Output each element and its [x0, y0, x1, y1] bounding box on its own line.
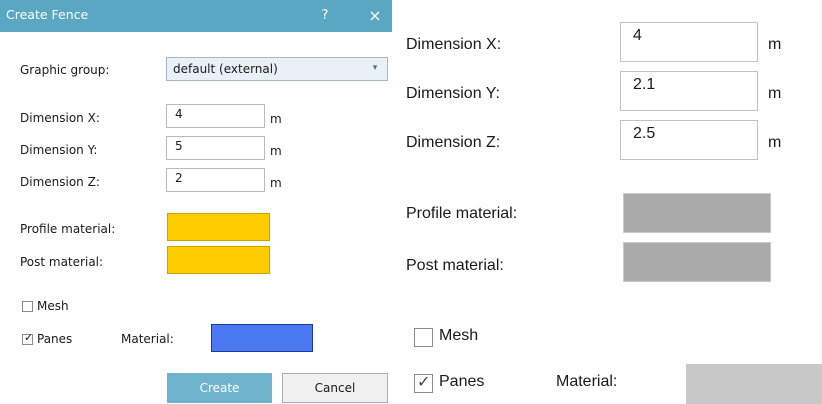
zoom-dimension-z-input[interactable]: 2.5	[620, 120, 758, 160]
dimension-z-label: Dimension Z:	[20, 175, 100, 189]
create-button[interactable]: Create	[167, 373, 272, 403]
dimension-x-input[interactable]: 4	[166, 104, 265, 128]
pane-material-label: Material:	[121, 332, 174, 346]
dialog-title: Create Fence	[6, 7, 89, 22]
dimension-x-unit: m	[270, 112, 282, 126]
close-button[interactable]: ×	[364, 4, 386, 26]
graphic-group-value: default (external)	[173, 62, 278, 76]
post-material-label: Post material:	[20, 255, 104, 269]
zoomed-detail-panel: Dimension X: 4 m Dimension Y: 2.1 m Dime…	[392, 0, 822, 404]
dimension-y-unit: m	[270, 144, 282, 158]
mesh-checkbox[interactable]	[22, 301, 33, 312]
cancel-button[interactable]: Cancel	[282, 373, 388, 403]
create-fence-dialog: Create Fence ? × Graphic group: default …	[0, 0, 392, 404]
zoom-dimension-x-input[interactable]: 4	[620, 22, 758, 62]
zoom-dimension-y-label: Dimension Y:	[406, 85, 500, 102]
graphic-group-label: Graphic group:	[20, 63, 110, 77]
profile-material-swatch[interactable]	[167, 213, 270, 241]
help-button[interactable]: ?	[314, 4, 336, 26]
profile-material-label: Profile material:	[20, 222, 116, 236]
dimension-y-label: Dimension Y:	[20, 143, 98, 157]
dimension-x-label: Dimension X:	[20, 111, 100, 125]
chevron-down-icon: ▾	[372, 63, 378, 73]
zoom-dimension-z-label: Dimension Z:	[406, 134, 501, 151]
panes-checkbox[interactable]: ✓	[22, 331, 34, 345]
zoom-dimension-y-unit: m	[768, 85, 782, 102]
graphic-group-select[interactable]: default (external) ▾	[166, 57, 388, 81]
help-icon: ?	[321, 7, 329, 23]
zoom-profile-material-swatch[interactable]	[623, 193, 771, 233]
zoom-check-icon: ✓	[417, 372, 431, 391]
zoom-panes-label: Panes	[439, 373, 485, 390]
zoom-dimension-z-unit: m	[768, 134, 782, 151]
zoom-panes-checkbox[interactable]: ✓	[414, 372, 433, 393]
zoom-pane-material-label: Material:	[556, 373, 618, 390]
zoom-pane-material-swatch[interactable]	[686, 364, 822, 404]
zoom-post-material-swatch[interactable]	[623, 242, 771, 282]
close-icon: ×	[368, 5, 382, 25]
panes-label: Panes	[37, 332, 73, 346]
zoom-mesh-checkbox[interactable]	[414, 328, 433, 347]
title-bar: Create Fence ? ×	[0, 0, 392, 32]
zoom-post-material-label: Post material:	[406, 257, 504, 274]
dimension-y-input[interactable]: 5	[166, 136, 265, 160]
dimension-z-unit: m	[270, 176, 282, 190]
mesh-label: Mesh	[37, 299, 69, 313]
pane-material-swatch[interactable]	[211, 324, 313, 352]
dimension-z-input[interactable]: 2	[166, 168, 265, 192]
zoom-dimension-x-unit: m	[768, 36, 782, 53]
zoom-mesh-label: Mesh	[439, 327, 479, 344]
check-icon: ✓	[24, 331, 34, 344]
zoom-dimension-y-input[interactable]: 2.1	[620, 71, 758, 111]
zoom-dimension-x-label: Dimension X:	[406, 36, 502, 53]
post-material-swatch[interactable]	[167, 246, 270, 274]
zoom-profile-material-label: Profile material:	[406, 205, 518, 222]
